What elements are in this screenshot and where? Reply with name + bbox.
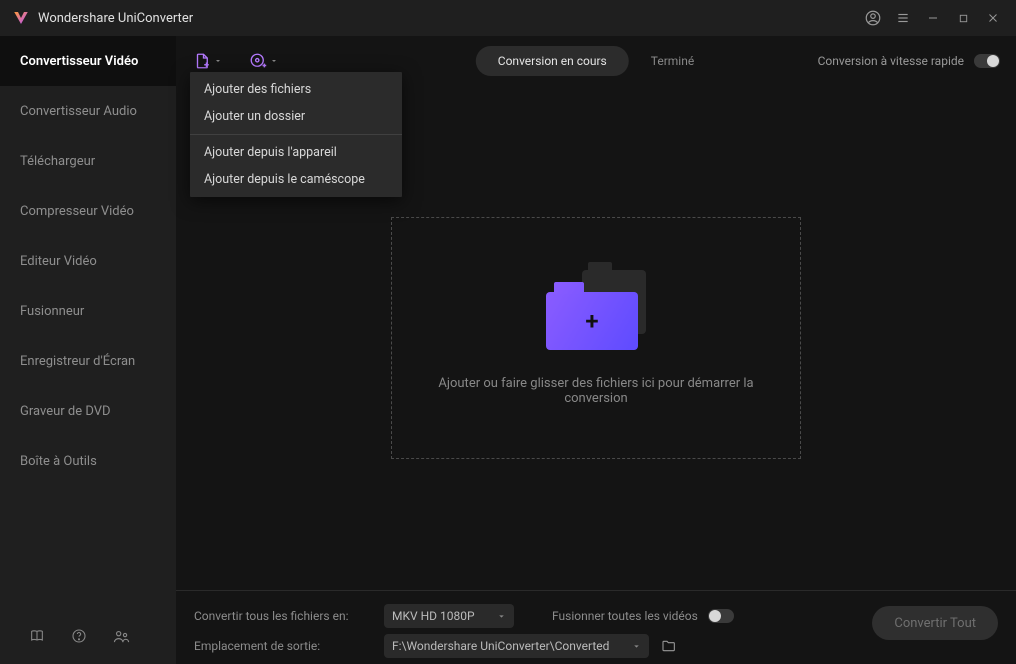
community-icon[interactable] <box>112 627 130 645</box>
sidebar-item-screen-recorder[interactable]: Enregistreur d'Écran <box>0 336 176 386</box>
status-segmented-control: Conversion en cours Terminé <box>476 46 716 76</box>
hamburger-menu-icon[interactable] <box>888 3 918 33</box>
open-folder-icon[interactable] <box>661 638 677 654</box>
dropzone-text: Ajouter ou faire glisser des fichiers ic… <box>422 376 770 406</box>
sidebar-item-downloader[interactable]: Téléchargeur <box>0 136 176 186</box>
add-file-dropdown-menu: Ajouter des fichiers Ajouter un dossier … <box>190 72 402 197</box>
sidebar-item-audio-converter[interactable]: Convertisseur Audio <box>0 86 176 136</box>
minimize-button[interactable] <box>918 3 948 33</box>
sidebar-item-video-converter[interactable]: Convertisseur Vidéo <box>0 36 176 86</box>
sidebar-item-label: Convertisseur Vidéo <box>20 54 138 69</box>
sidebar-item-label: Téléchargeur <box>20 154 95 169</box>
sidebar-item-label: Compresseur Vidéo <box>20 204 134 219</box>
user-icon[interactable] <box>858 3 888 33</box>
sidebar-item-merger[interactable]: Fusionneur <box>0 286 176 336</box>
sidebar-item-label: Graveur de DVD <box>20 404 111 419</box>
sidebar-item-dvd-burner[interactable]: Graveur de DVD <box>0 386 176 436</box>
sidebar-item-label: Convertisseur Audio <box>20 104 137 119</box>
sidebar-item-video-editor[interactable]: Editeur Vidéo <box>0 236 176 286</box>
output-path-select[interactable]: F:\Wondershare UniConverter\Converted <box>384 634 649 658</box>
folder-illustration-icon: + <box>546 270 646 350</box>
convert-all-label: Convertir tous les fichiers en: <box>194 609 384 623</box>
sidebar-item-label: Fusionneur <box>20 304 84 319</box>
merge-label: Fusionner toutes les vidéos <box>552 609 698 623</box>
output-format-select[interactable]: MKV HD 1080P <box>384 604 514 628</box>
menu-item-add-from-device[interactable]: Ajouter depuis l'appareil <box>190 139 402 166</box>
app-logo-icon <box>12 9 30 27</box>
sidebar-item-label: Enregistreur d'Écran <box>20 354 135 369</box>
sidebar-item-label: Boîte à Outils <box>20 454 97 469</box>
sidebar-footer <box>0 608 176 664</box>
guide-icon[interactable] <box>28 627 46 645</box>
bottombar: Convertir tous les fichiers en: MKV HD 1… <box>176 590 1016 664</box>
merge-toggle[interactable] <box>708 609 734 623</box>
menu-item-add-from-camcorder[interactable]: Ajouter depuis le caméscope <box>190 166 402 193</box>
close-button[interactable] <box>978 3 1008 33</box>
high-speed-label: Conversion à vitesse rapide <box>818 54 964 68</box>
menu-separator <box>190 134 402 135</box>
maximize-button[interactable] <box>948 3 978 33</box>
help-icon[interactable] <box>70 627 88 645</box>
app-title: Wondershare UniConverter <box>38 11 193 26</box>
sidebar-item-video-compressor[interactable]: Compresseur Vidéo <box>0 186 176 236</box>
output-location-label: Emplacement de sortie: <box>194 639 384 653</box>
dropzone[interactable]: + Ajouter ou faire glisser des fichiers … <box>391 217 801 459</box>
high-speed-toggle[interactable] <box>974 54 1000 68</box>
menu-item-add-files[interactable]: Ajouter des fichiers <box>190 76 402 103</box>
tab-finished[interactable]: Terminé <box>629 46 716 76</box>
sidebar-item-label: Editeur Vidéo <box>20 254 97 269</box>
tab-converting[interactable]: Conversion en cours <box>476 46 629 76</box>
menu-item-add-folder[interactable]: Ajouter un dossier <box>190 103 402 130</box>
convert-all-button[interactable]: Convertir Tout <box>872 606 998 640</box>
sidebar: Convertisseur Vidéo Convertisseur Audio … <box>0 36 176 664</box>
sidebar-item-toolbox[interactable]: Boîte à Outils <box>0 436 176 486</box>
titlebar: Wondershare UniConverter <box>0 0 1016 36</box>
